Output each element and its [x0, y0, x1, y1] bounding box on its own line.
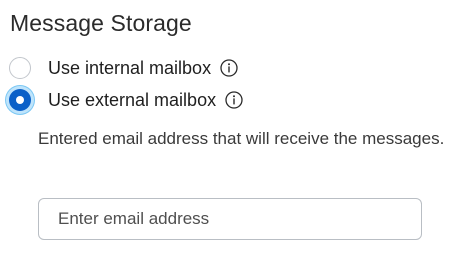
- radio-option-external-mailbox[interactable]: Use external mailbox: [9, 89, 243, 111]
- external-mailbox-label[interactable]: Use external mailbox: [48, 90, 216, 111]
- info-icon[interactable]: [220, 59, 238, 77]
- external-mailbox-helper-text: Entered email address that will receive …: [38, 129, 445, 148]
- radio-option-internal-mailbox[interactable]: Use internal mailbox: [9, 57, 238, 79]
- internal-mailbox-label[interactable]: Use internal mailbox: [48, 58, 211, 79]
- external-mailbox-radio[interactable]: [9, 89, 31, 111]
- message-storage-panel: Message Storage Use internal mailbox Use…: [0, 0, 465, 275]
- section-title: Message Storage: [10, 10, 192, 36]
- email-address-input[interactable]: [38, 198, 422, 240]
- info-icon[interactable]: [225, 91, 243, 109]
- internal-mailbox-radio[interactable]: [9, 57, 31, 79]
